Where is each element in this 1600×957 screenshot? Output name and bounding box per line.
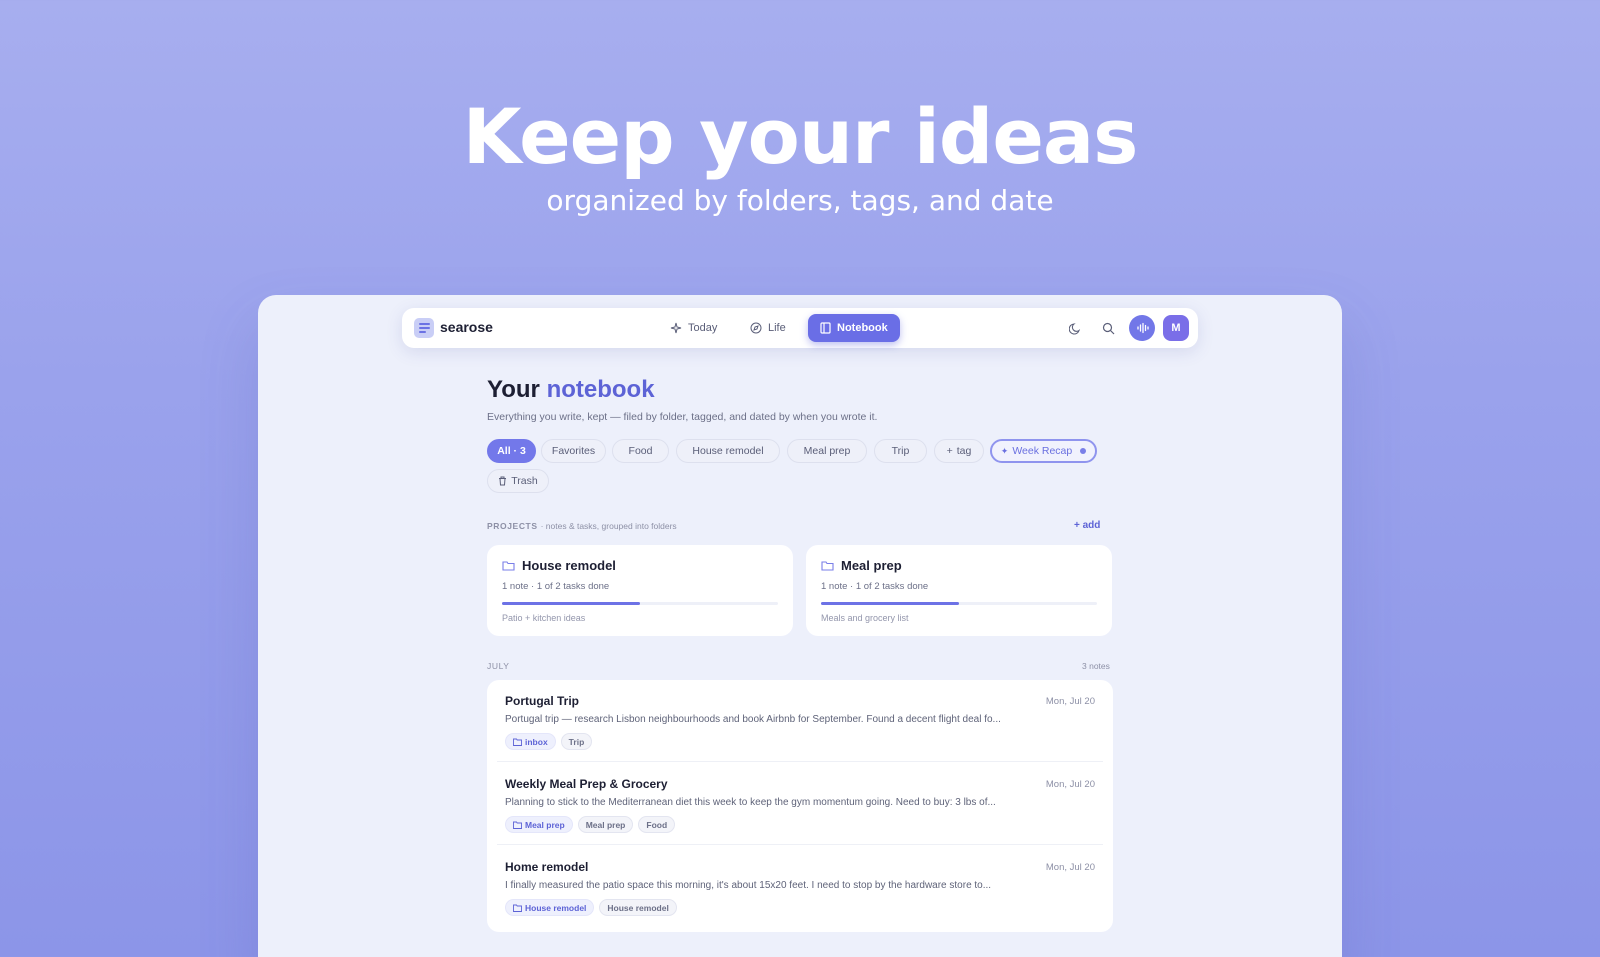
top-navbar: searose Today Life Notebook M [402,308,1198,348]
note-folder-label: House remodel [525,902,587,913]
brand-name[interactable]: searose [440,319,493,335]
plus-icon: + [1074,520,1083,531]
note-title: Portugal Trip [505,694,580,708]
project-description: Patio + kitchen ideas [502,613,586,623]
search-button[interactable] [1095,315,1121,341]
tab-notebook-label: Notebook [837,322,888,334]
filter-chip-food[interactable]: Food [612,439,669,463]
project-meta: 1 note · 1 of 2 tasks done [502,581,610,592]
note-tag[interactable]: Trip [560,733,593,750]
hero-title: Keep your ideas [462,92,1139,181]
tab-notebook[interactable]: Notebook [808,314,900,342]
project-card-meal-prep[interactable]: Meal prep 1 note · 1 of 2 tasks done Mea… [806,545,1112,636]
search-icon [1102,322,1114,334]
project-progress-fill [821,602,959,605]
tab-today[interactable]: Today [658,314,729,342]
notebook-icon [820,322,831,334]
filter-chip-house-remodel-label: House remodel [692,445,764,457]
filter-chip-trip-label: Trip [891,445,910,457]
filter-chip-food-label: Food [628,445,653,457]
filter-chip-trash[interactable]: Trash [487,469,549,493]
week-recap-label: Week Recap [1012,445,1073,457]
note-folder-tag[interactable]: House remodel [505,899,595,916]
page-title-prefix: Your [487,376,540,403]
notes-count: 3 notes [1082,661,1110,671]
note-date: Mon, Jul 20 [1045,779,1095,790]
recap-indicator-dot [1080,448,1087,454]
filter-chip-favorites[interactable]: Favorites [541,439,606,463]
page-title-accent: notebook [546,376,655,403]
project-card-house-remodel[interactable]: House remodel 1 note · 1 of 2 tasks done… [487,545,793,636]
note-folder-label: Meal prep [525,819,565,830]
folder-icon [513,738,522,746]
sparkle-icon: ✦ [1000,445,1009,456]
sparkle-icon [670,322,682,334]
note-tags: inbox Trip [505,733,593,750]
voice-wave-icon [1136,322,1149,334]
note-date: Mon, Jul 20 [1045,696,1095,707]
note-row-weekly-meal-prep[interactable]: Weekly Meal Prep & Grocery Mon, Jul 20 P… [487,763,1113,845]
filter-chip-trash-label: Trash [511,475,538,487]
hero-subtitle: organized by folders, tags, and date [546,184,1054,217]
month-label: JULY [487,661,510,671]
add-project-button[interactable]: + add [1074,520,1100,531]
filter-chip-meal-prep-label: Meal prep [803,445,851,457]
note-excerpt: Portugal trip — research Lisbon neighbou… [505,714,1001,725]
note-date: Mon, Jul 20 [1045,862,1095,873]
filter-chip-house-remodel[interactable]: House remodel [676,439,780,463]
folder-icon [513,904,522,912]
week-recap-chip[interactable]: ✦ Week Recap [990,439,1097,463]
page-title: Your notebook [487,376,655,404]
brand-logo-icon[interactable] [414,318,434,338]
user-avatar[interactable]: M [1163,315,1189,341]
projects-sublabel: · notes & tasks, grouped into folders [540,521,677,531]
moon-icon [1068,322,1080,334]
folder-icon [502,561,515,571]
plus-icon: + [946,445,953,457]
filter-chip-all[interactable]: All · 3 [487,439,536,463]
notes-list: Portugal Trip Mon, Jul 20 Portugal trip … [487,680,1113,932]
folder-icon [513,821,522,829]
add-tag-chip[interactable]: + tag [934,439,984,463]
filter-chip-all-label: All · 3 [497,445,526,457]
page-description: Everything you write, kept — filed by fo… [487,411,878,423]
folder-icon [821,561,834,571]
note-folder-label: inbox [525,736,548,747]
trash-icon [499,476,507,486]
dark-mode-toggle[interactable] [1062,315,1088,341]
note-title: Home remodel [505,860,589,874]
note-row-home-remodel[interactable]: Home remodel Mon, Jul 20 I finally measu… [487,846,1113,928]
projects-section-label: PROJECTS · notes & tasks, grouped into f… [487,521,677,531]
note-row-portugal-trip[interactable]: Portugal Trip Mon, Jul 20 Portugal trip … [487,680,1113,762]
note-title: Weekly Meal Prep & Grocery [505,777,668,791]
note-excerpt: I finally measured the patio space this … [505,880,992,891]
note-tags: House remodel House remodel [505,899,677,916]
filter-chip-favorites-label: Favorites [551,445,596,457]
project-progress-fill [502,602,640,605]
add-project-label: add [1082,520,1101,531]
note-tag[interactable]: Meal prep [577,816,634,833]
tab-today-label: Today [688,322,718,334]
note-folder-tag[interactable]: Meal prep [505,816,573,833]
voice-record-button[interactable] [1129,315,1155,341]
projects-label: PROJECTS [487,521,538,531]
project-progress-bar [821,602,1097,605]
project-description: Meals and grocery list [821,613,909,623]
project-title: House remodel [522,558,616,573]
add-tag-label: tag [956,445,972,457]
project-progress-bar [502,602,778,605]
filter-chip-meal-prep[interactable]: Meal prep [787,439,867,463]
note-tags: Meal prep Meal prep Food [505,816,676,833]
project-meta: 1 note · 1 of 2 tasks done [821,581,929,592]
filter-chip-trip[interactable]: Trip [874,439,927,463]
compass-icon [750,322,762,334]
project-title: Meal prep [841,558,902,573]
note-tag[interactable]: Food [638,816,676,833]
tab-life-label: Life [768,322,786,334]
note-excerpt: Planning to stick to the Mediterranean d… [505,797,996,808]
tab-life[interactable]: Life [738,314,798,342]
note-tag[interactable]: House remodel [599,899,677,916]
note-folder-tag[interactable]: inbox [505,733,556,750]
